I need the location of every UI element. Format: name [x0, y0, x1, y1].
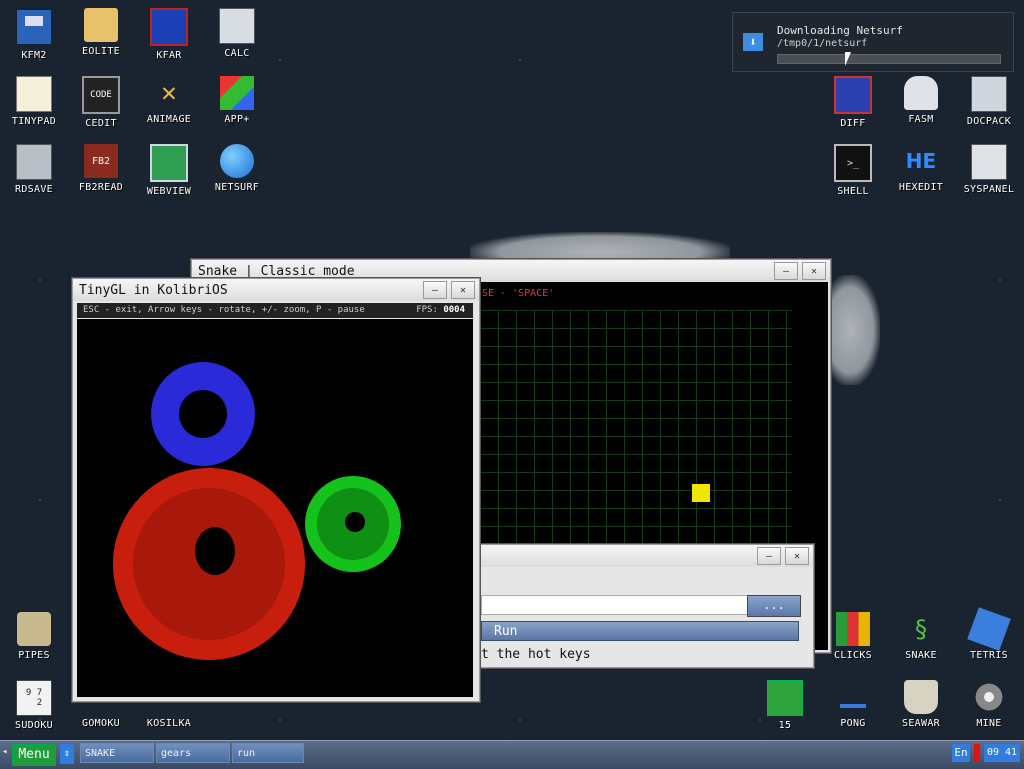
pencil-ruler-icon: ✕ — [161, 78, 177, 108]
run-window[interactable]: — ✕ ... Run t the hot keys — [478, 544, 814, 668]
tinygl-help-text: ESC - exit, Arrow keys - rotate, +/- zoo… — [83, 305, 365, 315]
icon-webview[interactable]: WEBVIEW — [137, 136, 201, 200]
snake-hint: SE - 'SPACE' — [482, 288, 555, 299]
terminal-icon: >_ — [834, 144, 872, 182]
tinygl-window[interactable]: TinyGL in KolibriOS — ✕ ESC - exit, Arro… — [72, 278, 480, 702]
hex-icon: HE — [905, 149, 937, 173]
folder-icon — [84, 8, 118, 42]
run-titlebar[interactable]: — ✕ — [479, 545, 813, 567]
floppy-icon — [15, 8, 53, 46]
language-indicator[interactable]: En — [952, 744, 970, 762]
sudoku-grid-icon: 9 7 2 — [16, 680, 52, 716]
ramdisk-save-icon — [16, 144, 52, 180]
taskbar-left-arrow-icon[interactable]: ◂ — [2, 747, 8, 761]
close-button[interactable]: ✕ — [785, 547, 809, 565]
download-notification[interactable]: ⬇ Downloading Netsurf /tmp0/1/netsurf — [732, 12, 1014, 72]
green-gear — [305, 476, 401, 572]
icon-kfm2[interactable]: KFM2 — [2, 0, 66, 64]
icon-tinypad[interactable]: TINYPAD — [2, 68, 66, 132]
icon-netsurf[interactable]: NETSURF — [205, 136, 269, 200]
fasm-icon — [904, 76, 938, 110]
diff-icon — [834, 76, 872, 114]
browse-button[interactable]: ... — [747, 595, 801, 617]
sliders-icon — [971, 144, 1007, 180]
task-button-run[interactable]: run — [232, 743, 304, 763]
fifteen-puzzle-icon — [767, 680, 803, 716]
download-progress-bar — [777, 54, 1001, 64]
panel-icon — [150, 8, 188, 46]
code-icon: CODE — [82, 76, 120, 114]
mouse-cursor-icon — [845, 52, 851, 66]
icon-calc[interactable]: CALC — [205, 0, 269, 64]
task-switch-icon[interactable]: ⇕ — [60, 744, 74, 764]
blocks-icon — [836, 612, 870, 646]
book-icon: FB2 — [84, 144, 118, 178]
task-button-snake[interactable]: SNAKE — [80, 743, 154, 763]
pipes-icon — [17, 612, 51, 646]
icon-hexedit[interactable]: HE HEXEDIT — [889, 136, 953, 200]
blue-gear — [151, 362, 255, 466]
task-button-gears[interactable]: gears — [156, 743, 230, 763]
notification-title: Downloading Netsurf — [777, 24, 903, 37]
icon-15[interactable]: 15 — [753, 672, 817, 736]
cabinet-icon — [971, 76, 1007, 112]
close-button[interactable]: ✕ — [451, 281, 475, 299]
snake-window-title: Snake | Classic mode — [198, 263, 355, 279]
cube-icon — [220, 76, 254, 110]
icon-syspanel[interactable]: SYSPANEL — [957, 136, 1021, 200]
icon-cedit[interactable]: CODE CEDIT — [69, 68, 133, 132]
tetris-icon — [967, 607, 1011, 651]
snake-grid — [480, 310, 792, 580]
icon-fasm[interactable]: FASM — [889, 68, 953, 132]
notification-path: /tmp0/1/netsurf — [777, 38, 868, 49]
icon-seawar[interactable]: SEAWAR — [889, 672, 953, 736]
icon-sudoku[interactable]: 9 7 2 SUDOKU — [2, 672, 66, 736]
icon-eolite[interactable]: EOLITE — [69, 0, 133, 64]
download-arrow-icon: ⬇ — [743, 33, 763, 51]
icon-rdsave[interactable]: RDSAVE — [2, 136, 66, 200]
minimize-button[interactable]: — — [757, 547, 781, 565]
icon-animage[interactable]: ✕ ANIMAGE — [137, 68, 201, 132]
icon-shell[interactable]: >_ SHELL — [821, 136, 885, 200]
tinygl-titlebar[interactable]: TinyGL in KolibriOS — ✕ — [73, 279, 479, 301]
icon-mine[interactable]: MINE — [957, 672, 1021, 736]
snake-icon: § — [913, 615, 929, 643]
minimize-button[interactable]: — — [774, 262, 798, 280]
icon-diff[interactable]: DIFF — [821, 68, 885, 132]
icon-pipes[interactable]: PIPES — [2, 604, 66, 668]
ship-icon — [904, 680, 938, 714]
icon-app-plus[interactable]: APP+ — [205, 68, 269, 132]
run-button[interactable]: Run — [481, 621, 799, 641]
menu-button[interactable]: Menu — [12, 744, 56, 766]
gears-viewport[interactable] — [77, 319, 473, 697]
icon-kfar[interactable]: KFAR — [137, 0, 201, 64]
clock[interactable]: 09 41 — [984, 744, 1020, 762]
mine-icon — [972, 680, 1006, 714]
globe-window-icon — [150, 144, 188, 182]
icon-pong[interactable]: PONG — [821, 672, 885, 736]
fps-value: 0004 — [443, 305, 465, 315]
icon-tetris[interactable]: TETRIS — [957, 604, 1021, 668]
minimize-button[interactable]: — — [423, 281, 447, 299]
red-gear — [113, 468, 305, 660]
globe-icon — [220, 144, 254, 178]
close-button[interactable]: ✕ — [802, 262, 826, 280]
icon-snake[interactable]: § SNAKE — [889, 604, 953, 668]
hotkeys-hint: t the hot keys — [481, 647, 591, 662]
fps-label: FPS: — [416, 305, 438, 315]
icon-docpack[interactable]: DOCPACK — [957, 68, 1021, 132]
pong-icon — [836, 680, 870, 714]
snake-food — [692, 484, 710, 502]
status-red-indicator — [974, 744, 980, 762]
tinygl-window-title: TinyGL in KolibriOS — [79, 282, 228, 298]
run-path-input[interactable] — [481, 595, 749, 615]
tinygl-help-bar: ESC - exit, Arrow keys - rotate, +/- zoo… — [77, 303, 473, 318]
notepad-icon — [16, 76, 52, 112]
icon-fb2read[interactable]: FB2 FB2READ — [69, 136, 133, 200]
calculator-icon — [219, 8, 255, 44]
